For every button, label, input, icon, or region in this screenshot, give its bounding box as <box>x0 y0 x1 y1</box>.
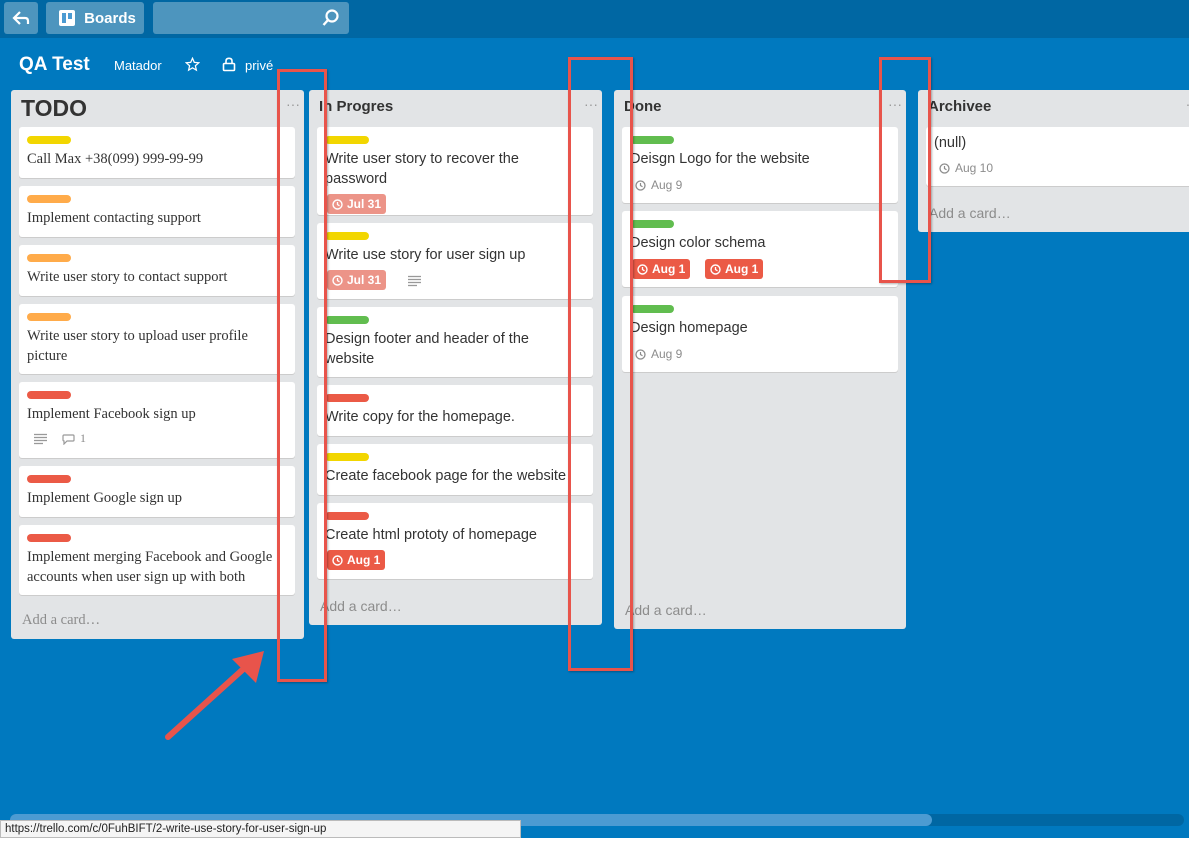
list-card[interactable]: Implement contacting support <box>19 186 295 237</box>
comment-count: 1 <box>80 431 86 445</box>
due-date-badge: Jul 31 <box>327 270 387 290</box>
comment-icon <box>62 434 75 445</box>
list-card[interactable]: Design homepage Aug 9 <box>622 296 898 372</box>
card-label-red <box>325 512 369 520</box>
card-title: Create facebook page for the website <box>325 468 567 484</box>
card-title: Implement merging Facebook and Google ac… <box>27 549 273 585</box>
list-in-progress: In Progres ··· Write user story to recov… <box>309 90 602 625</box>
card-label-red <box>27 534 71 542</box>
card-label-orange <box>27 313 71 321</box>
star-icon[interactable] <box>185 57 200 72</box>
list-title[interactable]: TODO <box>21 95 87 122</box>
description-icon <box>408 275 421 287</box>
card-title: Write user story to recover the password <box>325 151 519 187</box>
add-card-button[interactable]: Add a card… <box>22 612 100 629</box>
list-card[interactable]: Deisgn Logo for the website Aug 9 <box>622 127 898 203</box>
list-card[interactable]: Implement merging Facebook and Google ac… <box>19 525 295 595</box>
card-title: Design footer and header of the website <box>325 331 529 367</box>
list-card[interactable]: Design footer and header of the website <box>317 307 593 377</box>
list-card[interactable]: Call Max +38(099) 999-99-99 <box>19 127 295 178</box>
list-card[interactable]: (null) Aug 10 <box>926 127 1189 186</box>
list-archivee: Archivee ·· (null) Aug 10 Add a card… <box>918 90 1189 232</box>
card-title: (null) <box>934 135 967 151</box>
card-title: Design homepage <box>630 320 748 336</box>
search-input[interactable] <box>153 2 349 34</box>
card-label-green <box>630 305 674 313</box>
card-title: Write user story to upload user profile … <box>27 328 248 364</box>
card-title: Implement Google sign up <box>27 490 183 506</box>
card-label-yellow <box>325 136 369 144</box>
card-label-green <box>325 316 369 324</box>
lock-icon <box>222 57 236 72</box>
back-arrow-icon <box>12 11 30 25</box>
status-bar-url: https://trello.com/c/0FuhBIFT/2-write-us… <box>0 820 521 838</box>
list-todo: TODO ··· Call Max +38(099) 999-99-99 Imp… <box>11 90 304 639</box>
clock-icon <box>939 162 950 174</box>
boards-label: Boards <box>84 9 136 27</box>
annotation-box <box>277 69 327 682</box>
list-card[interactable]: Write user story to upload user profile … <box>19 304 295 374</box>
list-card[interactable]: Write user story to contact support <box>19 245 295 296</box>
add-card-button[interactable]: Add a card… <box>625 602 707 618</box>
card-title: Write user story to contact support <box>27 269 228 285</box>
due-date: Aug 9 <box>635 347 682 361</box>
board-visibility[interactable]: privé <box>245 58 273 73</box>
list-card[interactable]: Write use story for user sign up Jul 31 <box>317 223 593 299</box>
card-title: Implement contacting support <box>27 210 201 226</box>
due-date-badge: Aug 1 <box>632 259 691 279</box>
card-title: Implement Facebook sign up <box>27 406 196 422</box>
list-card[interactable]: Create facebook page for the website <box>317 444 593 495</box>
list-card[interactable]: Implement Google sign up <box>19 466 295 517</box>
clock-icon <box>332 274 343 286</box>
description-icon <box>34 433 47 445</box>
boards-button[interactable]: Boards <box>46 2 144 34</box>
back-button[interactable] <box>4 2 38 34</box>
clock-icon <box>637 263 648 275</box>
list-card[interactable]: Implement Facebook sign up 1 <box>19 382 295 458</box>
list-title[interactable]: In Progres <box>319 98 393 115</box>
card-label-red <box>325 394 369 402</box>
card-label-red <box>27 391 71 399</box>
card-label-orange <box>27 254 71 262</box>
card-label-green <box>630 220 674 228</box>
card-title: Deisgn Logo for the website <box>630 151 810 167</box>
card-title: Create html prototy of homepage <box>325 527 537 543</box>
add-card-button[interactable]: Add a card… <box>320 598 402 614</box>
search-icon <box>322 9 339 26</box>
due-date: Aug 9 <box>635 178 682 192</box>
boards-icon <box>59 10 76 26</box>
card-label-yellow <box>325 453 369 461</box>
board-team[interactable]: Matador <box>114 58 162 73</box>
annotation-box <box>568 57 633 671</box>
due-date-badge: Jul 31 <box>327 194 387 214</box>
card-label-red <box>27 475 71 483</box>
clock-icon <box>635 348 646 360</box>
due-date: Aug 10 <box>939 161 993 175</box>
card-label-yellow <box>325 232 369 240</box>
card-title: Design color schema <box>630 235 766 251</box>
annotation-box <box>879 57 931 283</box>
due-date-badge: Aug 1 <box>327 550 386 570</box>
list-card[interactable]: Create html prototy of homepage Aug 1 <box>317 503 593 579</box>
card-label-orange <box>27 195 71 203</box>
annotation-arrow <box>165 651 264 740</box>
add-card-button[interactable]: Add a card… <box>929 205 1011 221</box>
card-label-yellow <box>27 136 71 144</box>
clock-icon <box>635 179 646 191</box>
list-card[interactable]: Design color schema Aug 1 Aug 1 <box>622 211 898 287</box>
card-title: Call Max +38(099) 999-99-99 <box>27 151 204 167</box>
clock-icon <box>332 198 343 210</box>
list-card[interactable]: Write copy for the homepage. <box>317 385 593 436</box>
card-title: Write use story for user sign up <box>325 247 526 263</box>
card-title: Write copy for the homepage. <box>325 409 515 425</box>
card-label-green <box>630 136 674 144</box>
due-date-badge: Aug 1 <box>705 259 764 279</box>
list-card[interactable]: Write user story to recover the password… <box>317 127 593 215</box>
list-done: Done ··· Deisgn Logo for the website Aug… <box>614 90 906 629</box>
clock-icon <box>332 554 343 566</box>
board-title[interactable]: QA Test <box>19 54 90 76</box>
clock-icon <box>710 263 721 275</box>
list-title[interactable]: Archivee <box>928 98 991 115</box>
top-header: Boards <box>0 0 1189 38</box>
